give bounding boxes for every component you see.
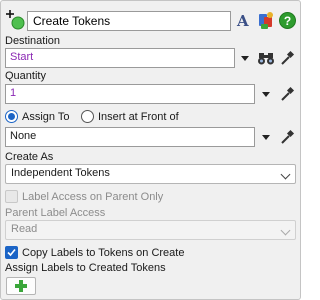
copy-labels-checkbox[interactable]: Copy Labels to Tokens on Create: [5, 246, 184, 259]
quantity-field[interactable]: 1: [5, 84, 255, 104]
assign-to-label: Assign To: [22, 110, 70, 123]
assign-labels-label: Assign Labels to Created Tokens: [5, 262, 166, 274]
chevron-down-icon: [280, 225, 291, 236]
help-icon[interactable]: ?: [279, 12, 296, 29]
properties-panel: Create Tokens A ? Destination Start Quan: [0, 0, 301, 300]
label-access-checkbox[interactable]: Label Access on Parent Only: [5, 190, 163, 203]
insert-at-front-radio[interactable]: Insert at Front of: [81, 110, 179, 123]
chevron-down-icon: [280, 169, 291, 180]
create-as-value: Independent Tokens: [11, 167, 110, 179]
quantity-label: Quantity: [5, 70, 46, 82]
assign-target-field[interactable]: None: [5, 127, 255, 147]
checkbox-icon[interactable]: [5, 190, 18, 203]
eyedropper-icon[interactable]: [279, 50, 295, 66]
create-as-label: Create As: [5, 151, 54, 163]
add-object-icon: [6, 9, 28, 31]
add-label-button[interactable]: [6, 277, 36, 295]
plus-icon: [15, 280, 27, 292]
destination-field[interactable]: Start: [5, 48, 235, 68]
checkbox-checked-icon[interactable]: [5, 246, 18, 259]
binoculars-icon[interactable]: [257, 50, 275, 66]
assign-to-radio[interactable]: Assign To: [5, 110, 70, 123]
copy-labels-label: Copy Labels to Tokens on Create: [22, 246, 185, 259]
parent-label-access-value: Read: [11, 223, 38, 235]
eyedropper-icon[interactable]: [279, 129, 295, 145]
palette-icon[interactable]: [257, 11, 275, 31]
parent-label-access-select[interactable]: Read: [5, 220, 296, 240]
insert-at-front-label: Insert at Front of: [98, 110, 179, 123]
font-icon[interactable]: A: [237, 12, 249, 30]
radio-selected-icon[interactable]: [5, 110, 18, 123]
assign-dropdown-arrow-icon[interactable]: [262, 135, 270, 140]
create-as-select[interactable]: Independent Tokens: [5, 164, 296, 184]
activity-title-field[interactable]: Create Tokens: [27, 11, 231, 31]
eyedropper-icon[interactable]: [279, 86, 295, 102]
destination-dropdown-arrow-icon[interactable]: [241, 56, 249, 61]
destination-label: Destination: [5, 35, 61, 47]
radio-unselected-icon[interactable]: [81, 110, 94, 123]
label-access-label: Label Access on Parent Only: [22, 190, 164, 203]
parent-label-access-label: Parent Label Access: [5, 207, 106, 219]
quantity-dropdown-arrow-icon[interactable]: [262, 92, 270, 97]
